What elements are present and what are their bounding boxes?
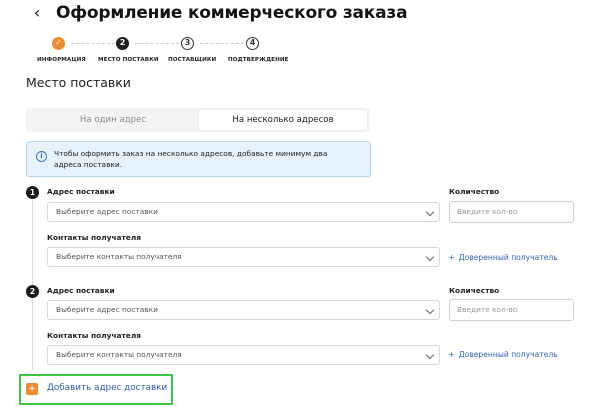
step-label-confirm: ПОДТВЕРЖДЕНИЕ: [228, 57, 289, 63]
section-title: Место поставки: [26, 75, 131, 90]
address-label: Адрес поставки: [47, 187, 115, 196]
add-address-button[interactable]: Добавить адрес доставки: [47, 383, 167, 393]
info-banner: i Чтобы оформить заказ на несколько адре…: [26, 141, 371, 177]
contacts-select-placeholder: Выберите контакты получателя: [56, 350, 182, 359]
chevron-down-icon: [425, 305, 435, 315]
quantity-input[interactable]: Введите кол-во: [449, 299, 574, 321]
step-number-4[interactable]: 4: [246, 37, 259, 50]
step-connector: [200, 43, 244, 44]
chevron-down-icon: [425, 350, 435, 360]
contacts-select-placeholder: Выберите контакты получателя: [56, 252, 182, 261]
address-mode-toggle: На один адрес На несколько адресов: [26, 108, 370, 132]
tab-single-address[interactable]: На один адрес: [28, 110, 198, 130]
add-trusted-recipient-link[interactable]: + Доверенный получатель: [448, 253, 558, 262]
trusted-recipient-label: Доверенный получатель: [458, 350, 558, 359]
address-select-placeholder: Выберите адрес поставки: [56, 207, 158, 216]
address-label: Адрес поставки: [47, 286, 115, 295]
trusted-recipient-label: Доверенный получатель: [458, 253, 558, 262]
contacts-label: Контакты получателя: [47, 331, 141, 340]
step-label-suppliers: ПОСТАВЩИКИ: [168, 57, 217, 63]
add-trusted-recipient-link[interactable]: + Доверенный получатель: [448, 350, 558, 359]
step-connector: [71, 43, 115, 44]
step-done-check-icon[interactable]: ✓: [52, 37, 65, 50]
address-select[interactable]: Выберите адрес поставки: [47, 202, 440, 222]
address-number-badge: 2: [26, 285, 39, 298]
address-select[interactable]: Выберите адрес поставки: [47, 300, 440, 320]
contacts-select[interactable]: Выберите контакты получателя: [47, 247, 440, 267]
stepper: ✓ 2 3 4 ИНФОРМАЦИЯ МЕСТО ПОСТАВКИ ПОСТАВ…: [0, 0, 599, 70]
plus-icon[interactable]: +: [26, 383, 38, 395]
info-banner-text: Чтобы оформить заказ на несколько адресо…: [54, 149, 328, 169]
quantity-input[interactable]: Введите кол-во: [449, 201, 574, 223]
step-label-info: ИНФОРМАЦИЯ: [37, 57, 86, 63]
contacts-label: Контакты получателя: [47, 233, 141, 242]
step-label-delivery: МЕСТО ПОСТАВКИ: [98, 57, 159, 63]
chevron-down-icon: [425, 207, 435, 217]
contacts-select[interactable]: Выберите контакты получателя: [47, 345, 440, 365]
step-number-3[interactable]: 3: [181, 37, 194, 50]
plus-icon: +: [448, 350, 455, 359]
address-select-placeholder: Выберите адрес поставки: [56, 305, 158, 314]
address-number-badge: 1: [26, 186, 39, 199]
step-connector: [135, 43, 179, 44]
quantity-label: Количество: [449, 187, 500, 196]
plus-icon: +: [448, 253, 455, 262]
step-number-2[interactable]: 2: [116, 37, 129, 50]
tab-multiple-addresses[interactable]: На несколько адресов: [199, 110, 367, 130]
info-circle-icon: i: [36, 151, 47, 162]
quantity-label: Количество: [449, 286, 500, 295]
chevron-down-icon: [425, 252, 435, 262]
